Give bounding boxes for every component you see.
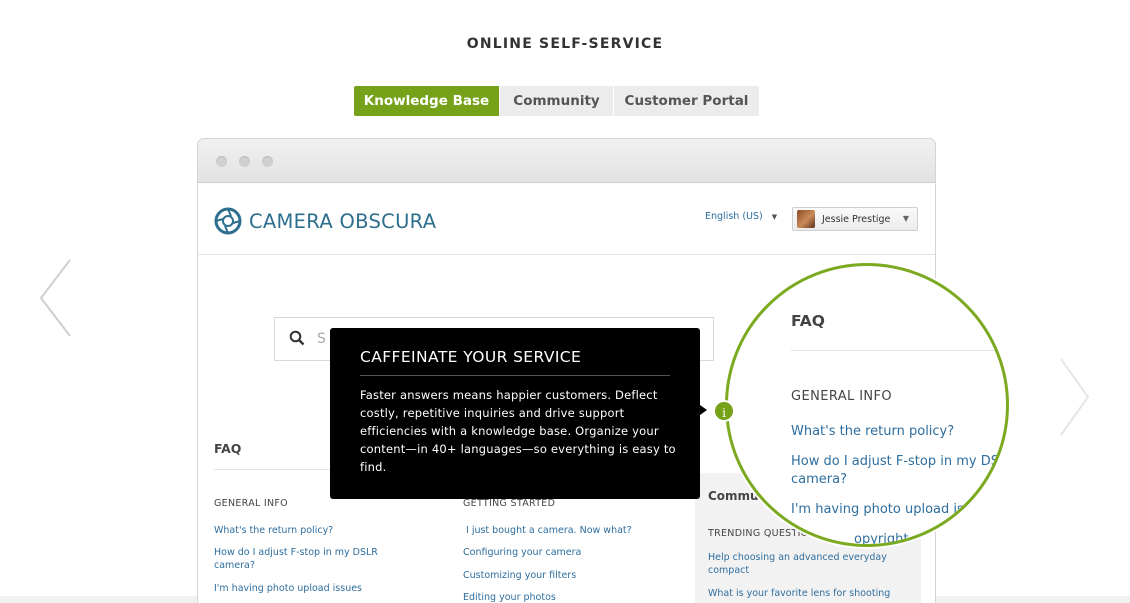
user-name: Jessie Prestige [822, 213, 891, 225]
search-placeholder: S [317, 331, 326, 347]
site-logo[interactable]: CAMERA OBSCURA [214, 207, 436, 235]
magnified-link-return-policy[interactable]: What's the return policy? [791, 423, 954, 441]
trending-questions-heading: TRENDING QUESTIO [708, 528, 809, 539]
faq-link-filters[interactable]: Customizing your filters [463, 569, 576, 582]
faq-link-configuring[interactable]: Configuring your camera [463, 546, 581, 559]
info-icon[interactable]: i [713, 400, 735, 422]
magnified-link-upload-issues[interactable]: I'm having photo upload issues [791, 501, 994, 519]
language-label: English (US) [705, 211, 763, 222]
language-selector[interactable]: English (US) ▼ [705, 211, 777, 222]
site-header: CAMERA OBSCURA English (US) ▼ Jessie Pre… [198, 183, 935, 255]
tooltip-pointer [700, 405, 707, 415]
faq-link-editing[interactable]: Editing your photos [463, 591, 556, 603]
faq-link-upload-issues[interactable]: I'm having photo upload issues [214, 582, 362, 595]
chevron-down-icon: ▼ [771, 213, 778, 221]
magnified-general-info-heading: GENERAL INFO [791, 389, 893, 404]
faq-link-return-policy[interactable]: What's the return policy? [214, 524, 333, 537]
getting-started-heading: GETTING STARTED [463, 498, 556, 509]
window-dot-icon [216, 156, 227, 167]
community-link-lens[interactable]: What is your favorite lens for shooting [708, 587, 890, 600]
faq-link-fstop[interactable]: How do I adjust F-stop in my DSLR camera… [214, 546, 384, 572]
magnified-link-fstop-cont[interactable]: camera? [791, 471, 847, 489]
community-link-compact[interactable]: Help choosing an advanced everyday compa… [708, 551, 888, 577]
magnified-faq-heading: FAQ [791, 312, 825, 330]
magnified-link-fstop[interactable]: How do I adjust F-stop in my DSLR [791, 453, 1006, 471]
tooltip-title: CAFFEINATE YOUR SERVICE [360, 348, 582, 366]
avatar [797, 210, 815, 228]
search-icon [289, 330, 305, 346]
chevron-down-icon: ▼ [902, 214, 909, 223]
window-dot-icon [239, 156, 250, 167]
community-heading: Commu [708, 489, 759, 503]
previous-arrow-icon[interactable] [36, 258, 76, 338]
site-logo-text: CAMERA OBSCURA [249, 209, 437, 233]
magnifier-lens: FAQ GENERAL INFO What's the return polic… [725, 263, 1009, 547]
aperture-logo-icon [214, 207, 242, 235]
faq-heading: FAQ [214, 441, 242, 456]
page: ONLINE SELF-SERVICE Knowledge Base Commu… [0, 0, 1130, 603]
tab-customer-portal[interactable]: Customer Portal [614, 86, 760, 116]
tab-knowledge-base[interactable]: Knowledge Base [354, 86, 500, 116]
tooltip-body: Faster answers means happier customers. … [360, 388, 676, 474]
tab-bar: Knowledge Base Community Customer Portal [354, 86, 760, 116]
section-title: ONLINE SELF-SERVICE [466, 36, 664, 52]
divider [791, 350, 1006, 351]
window-dot-icon [262, 156, 273, 167]
user-menu[interactable]: Jessie Prestige ▼ [792, 207, 918, 231]
general-info-heading: GENERAL INFO [214, 498, 288, 509]
browser-toolbar [198, 139, 935, 183]
divider [360, 375, 670, 376]
tab-community[interactable]: Community [500, 86, 614, 116]
next-arrow-icon[interactable] [1055, 357, 1095, 437]
tooltip-callout: CAFFEINATE YOUR SERVICE Faster answers m… [330, 328, 700, 499]
faq-link-bought-camera[interactable]: I just bought a camera. Now what? [466, 524, 632, 537]
